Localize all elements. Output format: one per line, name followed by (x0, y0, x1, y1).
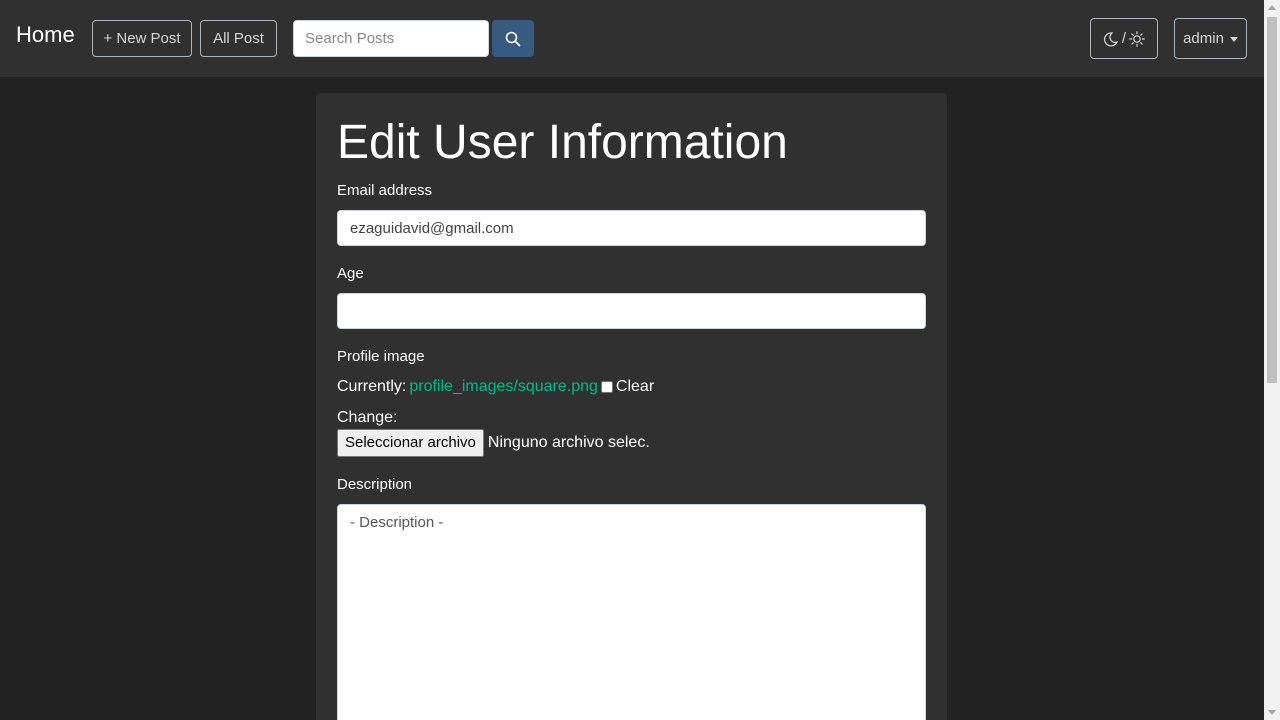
file-picker-row: Seleccionar archivo Ninguno archivo sele… (337, 429, 650, 457)
home-link[interactable]: Home (16, 20, 75, 50)
theme-toggle-button[interactable]: / (1090, 18, 1158, 59)
email-field[interactable] (337, 210, 926, 246)
change-label: Change: (337, 409, 398, 426)
profile-image-label: Profile image (337, 348, 425, 365)
currently-label: Currently: (337, 378, 407, 395)
age-label: Age (337, 265, 364, 282)
all-post-button[interactable]: All Post (200, 20, 277, 57)
description-label: Description (337, 476, 413, 493)
page-scrollbar[interactable] (1264, 0, 1280, 720)
file-status-text: Ninguno archivo selec. (487, 434, 650, 451)
search-input[interactable] (293, 20, 489, 57)
search-button[interactable] (492, 20, 534, 57)
search-icon (505, 31, 521, 46)
navbar: Home + New Post All Post / (0, 0, 1264, 77)
clear-label: Clear (615, 378, 655, 395)
sun-icon (1129, 30, 1145, 47)
choose-file-button[interactable]: Seleccionar archivo (337, 429, 484, 457)
edit-user-card: Edit User Information Email address Age … (316, 93, 947, 720)
scroll-up-arrow-icon[interactable] (1268, 5, 1276, 10)
user-menu-label: admin (1183, 30, 1224, 47)
theme-toggle-separator: / (1121, 30, 1127, 47)
page-title: Edit User Information (337, 116, 788, 169)
current-image-link[interactable]: profile_images/square.png (409, 377, 598, 397)
user-menu-button[interactable]: admin (1174, 18, 1247, 59)
caret-down-icon (1229, 37, 1238, 42)
description-textarea[interactable] (337, 504, 926, 720)
scroll-down-arrow-icon[interactable] (1268, 710, 1276, 715)
email-label: Email address (337, 182, 433, 199)
scrollbar-thumb[interactable] (1267, 17, 1277, 383)
clear-checkbox[interactable] (600, 381, 613, 393)
new-post-button[interactable]: + New Post (92, 20, 192, 57)
age-field[interactable] (337, 293, 926, 329)
current-image-row: Currently: profile_images/square.png Cle… (337, 377, 654, 397)
moon-icon (1103, 31, 1119, 46)
